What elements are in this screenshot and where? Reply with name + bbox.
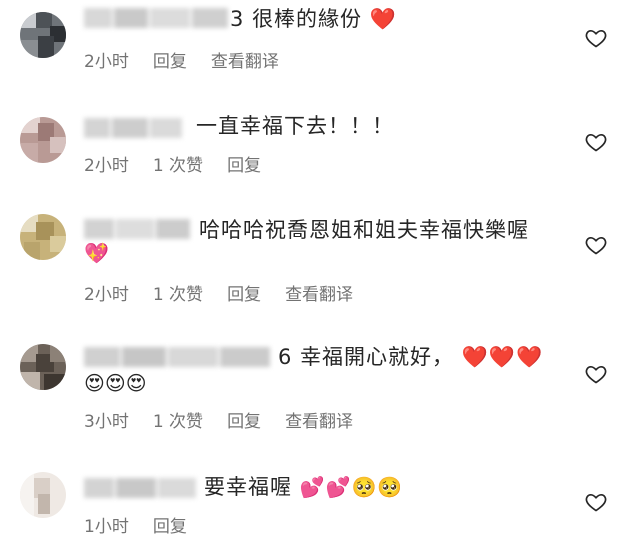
username-blurred[interactable]	[84, 478, 202, 498]
see-translation-button[interactable]: 查看翻译	[211, 47, 279, 72]
comment-meta: 2小时 1 次赞 回复 查看翻译	[84, 280, 377, 305]
comment-text: 哈哈哈祝喬恩姐和姐夫幸福快樂喔	[199, 218, 529, 242]
username-blurred[interactable]	[84, 219, 196, 239]
like-heart-icon[interactable]	[584, 362, 608, 386]
username-tail: 3	[230, 7, 245, 31]
username-blurred[interactable]	[84, 347, 280, 367]
comment-text: 要幸福喔 💕💕🥺🥺	[204, 475, 404, 499]
timestamp: 2小时	[84, 156, 129, 176]
heart-eyes-emoji: 😍😍😍	[84, 371, 147, 395]
like-heart-icon[interactable]	[584, 130, 608, 154]
likes-count[interactable]: 1 次赞	[153, 407, 203, 432]
comment-meta: 3小时 1 次赞 回复 查看翻译	[84, 407, 377, 432]
reply-button[interactable]: 回复	[153, 47, 187, 72]
avatar[interactable]	[20, 472, 66, 518]
likes-count[interactable]: 1 次赞	[153, 280, 203, 305]
likes-count[interactable]: 1 次赞	[153, 151, 203, 176]
comment-meta: 2小时 回复 查看翻译	[84, 47, 303, 72]
reply-button[interactable]: 回复	[153, 512, 187, 537]
avatar[interactable]	[20, 214, 66, 260]
sparkling-heart-emoji: 💖	[84, 241, 109, 265]
avatar[interactable]	[20, 344, 66, 390]
comment-meta: 2小时 1 次赞 回复	[84, 151, 285, 176]
timestamp: 3小时	[84, 412, 129, 432]
heart-emoji: ❤️❤️❤️	[461, 345, 544, 369]
timestamp: 1小时	[84, 517, 129, 537]
avatar[interactable]	[20, 117, 66, 163]
comment-meta: 1小时 回复	[84, 512, 211, 537]
emoji-sequence: 💕💕🥺🥺	[299, 475, 404, 499]
username-blurred[interactable]	[84, 118, 186, 138]
timestamp: 2小时	[84, 285, 129, 305]
comment-text: 6 幸福開心就好， ❤️❤️❤️	[278, 345, 544, 369]
reply-button[interactable]: 回复	[227, 151, 261, 176]
username-blurred[interactable]	[84, 8, 234, 28]
timestamp: 2小时	[84, 52, 129, 72]
username-tail: 6	[278, 345, 293, 369]
heart-emoji: ❤️	[369, 7, 397, 31]
like-heart-icon[interactable]	[584, 26, 608, 50]
like-heart-icon[interactable]	[584, 233, 608, 257]
reply-button[interactable]: 回复	[227, 407, 261, 432]
see-translation-button[interactable]: 查看翻译	[285, 407, 353, 432]
comment-text: 3 很棒的緣份 ❤️	[230, 7, 397, 31]
see-translation-button[interactable]: 查看翻译	[285, 280, 353, 305]
comment-text: 一直幸福下去！！！	[196, 114, 394, 138]
reply-button[interactable]: 回复	[227, 280, 261, 305]
avatar[interactable]	[20, 12, 66, 58]
like-heart-icon[interactable]	[584, 490, 608, 514]
